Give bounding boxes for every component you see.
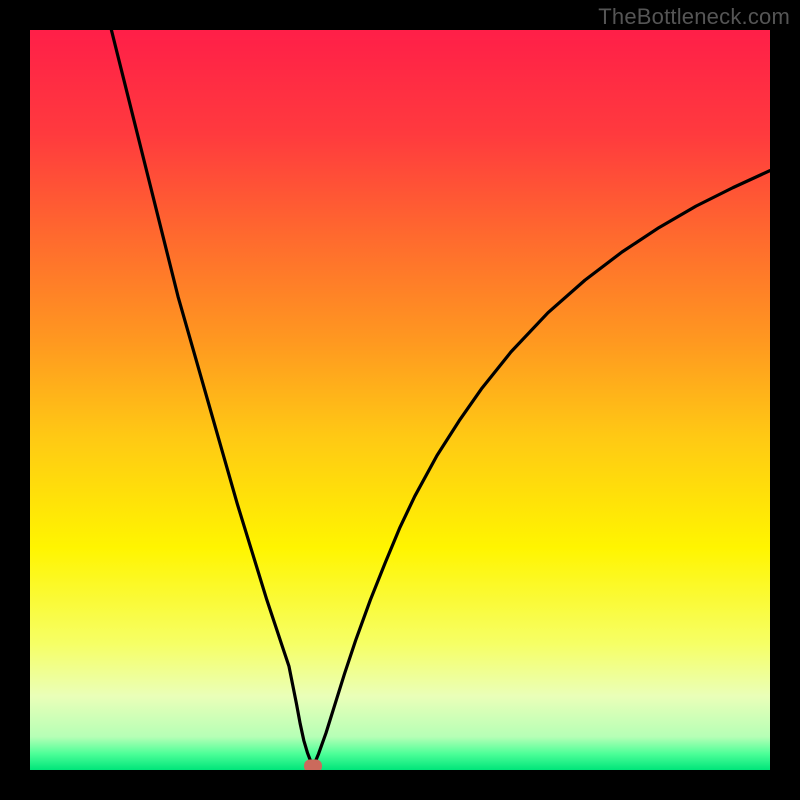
chart-frame: TheBottleneck.com (0, 0, 800, 800)
watermark-text: TheBottleneck.com (598, 4, 790, 30)
bottleneck-curve (30, 30, 770, 770)
plot-area (30, 30, 770, 770)
optimal-point-marker (304, 759, 322, 770)
